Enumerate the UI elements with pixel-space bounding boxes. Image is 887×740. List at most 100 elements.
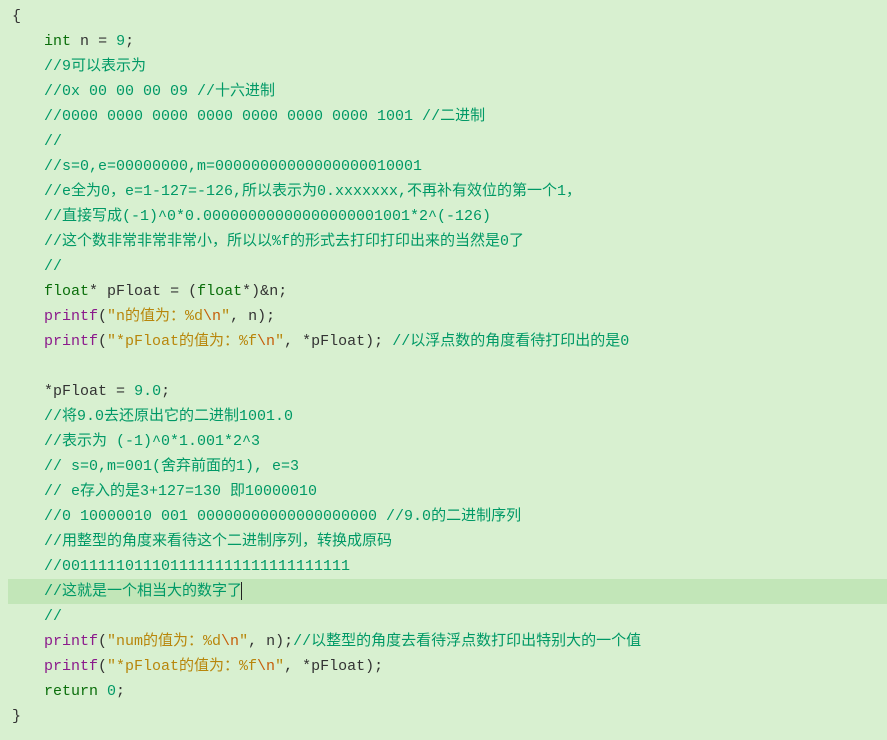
code-line[interactable] <box>8 354 887 379</box>
code-line[interactable]: // e存入的是3+127=130 即10000010 <box>8 479 887 504</box>
code-token-comment: //00111110111011111111111111111111 <box>44 558 350 575</box>
code-token-ident: pFloat <box>311 658 365 675</box>
code-token-func: printf <box>44 308 98 325</box>
code-line[interactable]: //这个数非常非常非常小，所以以%f的形式去打印打印出来的当然是0了 <box>8 229 887 254</box>
code-line[interactable]: //00111110111011111111111111111111 <box>8 554 887 579</box>
code-token-kw: int <box>44 33 71 50</box>
code-line[interactable]: printf("n的值为：%d\n", n); <box>8 304 887 329</box>
code-token-op: * <box>44 383 53 400</box>
code-token-punct: , <box>284 658 293 675</box>
code-body: int n = 9; //9可以表示为 //0x 00 00 00 09 //十六进… <box>8 29 887 704</box>
code-line[interactable]: *pFloat = 9.0; <box>8 379 887 404</box>
code-line[interactable]: //这就是一个相当大的数字了 <box>8 579 887 604</box>
code-token-str: " <box>239 633 248 650</box>
code-editor[interactable]: { int n = 9;//9可以表示为//0x 00 00 00 09 //十… <box>0 0 887 733</box>
code-line[interactable]: // <box>8 254 887 279</box>
code-token-comment: //这就是一个相当大的数字了 <box>44 583 242 600</box>
code-token-ident: n <box>269 283 278 300</box>
code-token-punct: ( <box>98 333 107 350</box>
code-token-comment: // s=0,m=001(舍弃前面的1), e=3 <box>44 458 299 475</box>
code-token-num: 9 <box>116 33 125 50</box>
code-token-op: * <box>302 658 311 675</box>
code-line[interactable]: //0x 00 00 00 09 //十六进制 <box>8 79 887 104</box>
code-token-func: printf <box>44 333 98 350</box>
code-line[interactable]: //9可以表示为 <box>8 54 887 79</box>
code-token-esc: \n <box>257 658 275 675</box>
code-token-comment: // <box>44 133 62 150</box>
code-token-comment: //e全为0，e=1-127=-126,所以表示为0.xxxxxxx,不再补有效… <box>44 183 581 200</box>
code-token-ident: n <box>248 308 257 325</box>
code-token-comment: //0x 00 00 00 09 //十六进制 <box>44 83 275 100</box>
code-token-func: printf <box>44 633 98 650</box>
code-token-str: "*pFloat的值为：%f <box>107 333 257 350</box>
code-line[interactable]: //e全为0，e=1-127=-126,所以表示为0.xxxxxxx,不再补有效… <box>8 179 887 204</box>
code-token-op: * <box>242 283 251 300</box>
code-token-num: 0 <box>107 683 116 700</box>
code-token-punct: ) <box>257 308 266 325</box>
code-token-punct: ; <box>374 333 383 350</box>
code-line[interactable]: //0 10000010 001 00000000000000000000 //… <box>8 504 887 529</box>
code-line[interactable]: // <box>8 604 887 629</box>
code-line[interactable]: // <box>8 129 887 154</box>
code-token-comment: // e存入的是3+127=130 即10000010 <box>44 483 317 500</box>
code-token-esc: \n <box>203 308 221 325</box>
code-token-comment: //表示为 (-1)^0*1.001*2^3 <box>44 433 260 450</box>
code-token-comment: //s=0,e=00000000,m=000000000000000000100… <box>44 158 422 175</box>
code-line[interactable]: //将9.0去还原出它的二进制1001.0 <box>8 404 887 429</box>
code-token-esc: \n <box>221 633 239 650</box>
code-token-comment: //用整型的角度来看待这个二进制序列，转换成原码 <box>44 533 392 550</box>
code-token-comment: //0000 0000 0000 0000 0000 0000 0000 100… <box>44 108 485 125</box>
code-token-ident: pFloat <box>53 383 107 400</box>
code-line[interactable]: printf("*pFloat的值为：%f\n", *pFloat); <box>8 654 887 679</box>
code-line[interactable]: //s=0,e=00000000,m=000000000000000000100… <box>8 154 887 179</box>
code-token-kw: return <box>44 683 98 700</box>
code-token-punct: ; <box>125 33 134 50</box>
code-token-comment: //这个数非常非常非常小，所以以%f的形式去打印打印出来的当然是0了 <box>44 233 524 250</box>
code-token-punct: ; <box>266 308 275 325</box>
code-token-ident: pFloat <box>107 283 161 300</box>
code-token-punct: ) <box>251 283 260 300</box>
code-token-op: & <box>260 283 269 300</box>
code-token-kw: float <box>44 283 89 300</box>
code-token-punct: ) <box>365 658 374 675</box>
code-line[interactable]: float* pFloat = (float*)&n; <box>8 279 887 304</box>
code-line[interactable]: //表示为 (-1)^0*1.001*2^3 <box>8 429 887 454</box>
code-token-punct: ; <box>278 283 287 300</box>
code-token-comment: //以整型的角度去看待浮点数打印出特别大的一个值 <box>293 633 641 650</box>
code-token-comment: //0 10000010 001 00000000000000000000 //… <box>44 508 521 525</box>
code-token-ident: n <box>266 633 275 650</box>
code-token-punct: ( <box>98 308 107 325</box>
code-token-op: * <box>89 283 98 300</box>
code-token-comment: // <box>44 258 62 275</box>
code-token-punct: ; <box>374 658 383 675</box>
code-token-str: " <box>221 308 230 325</box>
code-line[interactable]: //0000 0000 0000 0000 0000 0000 0000 100… <box>8 104 887 129</box>
code-token-str: " <box>275 333 284 350</box>
code-token-punct: ; <box>284 633 293 650</box>
code-token-punct: ) <box>275 633 284 650</box>
code-line[interactable]: int n = 9; <box>8 29 887 54</box>
code-line[interactable]: //用整型的角度来看待这个二进制序列，转换成原码 <box>8 529 887 554</box>
code-token-op: = <box>98 33 107 50</box>
code-line[interactable]: // s=0,m=001(舍弃前面的1), e=3 <box>8 454 887 479</box>
code-token-comment: // <box>44 608 62 625</box>
code-token-kw: float <box>197 283 242 300</box>
text-cursor <box>241 582 242 600</box>
code-token-str: "*pFloat的值为：%f <box>107 658 257 675</box>
code-token-comment: //9可以表示为 <box>44 58 146 75</box>
code-token-comment: //以浮点数的角度看待打印出的是0 <box>392 333 629 350</box>
code-line[interactable]: printf("num的值为：%d\n", n);//以整型的角度去看待浮点数打… <box>8 629 887 654</box>
code-token-punct: ( <box>98 658 107 675</box>
code-token-str: " <box>275 658 284 675</box>
code-token-punct: , <box>284 333 293 350</box>
code-line[interactable]: return 0; <box>8 679 887 704</box>
code-token-comment: //直接写成(-1)^0*0.00000000000000000001001*2… <box>44 208 491 225</box>
code-token-punct: ( <box>98 633 107 650</box>
code-token-num: 9.0 <box>134 383 161 400</box>
code-token-op: = <box>116 383 125 400</box>
code-line[interactable]: printf("*pFloat的值为：%f\n", *pFloat); //以浮… <box>8 329 887 354</box>
code-token-comment: //将9.0去还原出它的二进制1001.0 <box>44 408 293 425</box>
code-token-punct: ; <box>116 683 125 700</box>
code-token-ident: n <box>80 33 89 50</box>
code-line[interactable]: //直接写成(-1)^0*0.00000000000000000001001*2… <box>8 204 887 229</box>
